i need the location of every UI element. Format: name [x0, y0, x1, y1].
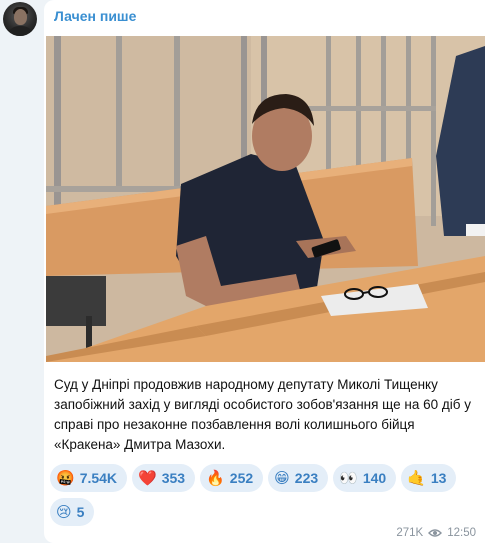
channel-name[interactable]: Лачен пише — [54, 8, 136, 24]
reaction-count: 13 — [430, 470, 447, 486]
avatar-face — [14, 9, 27, 25]
reactions-bar: 🤬 7.54K ❤️ 353 🔥 252 😁 223 👀 140 🤙 13 😢 … — [50, 464, 470, 526]
reaction-count: 5 — [76, 504, 85, 520]
reaction-crying[interactable]: 😢 5 — [50, 498, 95, 526]
red-heart-icon: ❤️ — [138, 468, 157, 487]
crying-face-icon: 😢 — [56, 502, 72, 521]
message-meta: 271K 12:50 — [396, 527, 476, 539]
reaction-heart[interactable]: ❤️ 353 — [132, 464, 196, 492]
grinning-face-icon: 😁 — [274, 468, 290, 487]
eyes-icon: 👀 — [339, 468, 358, 487]
message-time: 12:50 — [447, 527, 476, 539]
avatar-shirt — [7, 26, 34, 36]
reaction-count: 252 — [229, 470, 254, 486]
view-count: 271K — [396, 527, 424, 539]
fire-icon: 🔥 — [206, 468, 225, 487]
message-photo[interactable] — [46, 36, 485, 362]
channel-avatar[interactable] — [3, 2, 37, 36]
courtroom-photo — [46, 36, 485, 362]
reaction-count: 7.54K — [79, 470, 118, 486]
reaction-eyes[interactable]: 👀 140 — [333, 464, 397, 492]
eye-icon — [428, 528, 443, 538]
message-caption: Суд у Дніпрі продовжив народному депутат… — [54, 377, 471, 452]
reaction-call-me[interactable]: 🤙 13 — [401, 464, 457, 492]
reaction-grin[interactable]: 😁 223 — [268, 464, 329, 492]
call-me-hand-icon: 🤙 — [407, 468, 426, 487]
reaction-angry[interactable]: 🤬 7.54K — [50, 464, 128, 492]
angry-face-icon: 🤬 — [56, 468, 75, 487]
reaction-count: 223 — [294, 470, 319, 486]
reaction-count: 140 — [362, 470, 387, 486]
reaction-fire[interactable]: 🔥 252 — [200, 464, 264, 492]
reaction-count: 353 — [161, 470, 186, 486]
